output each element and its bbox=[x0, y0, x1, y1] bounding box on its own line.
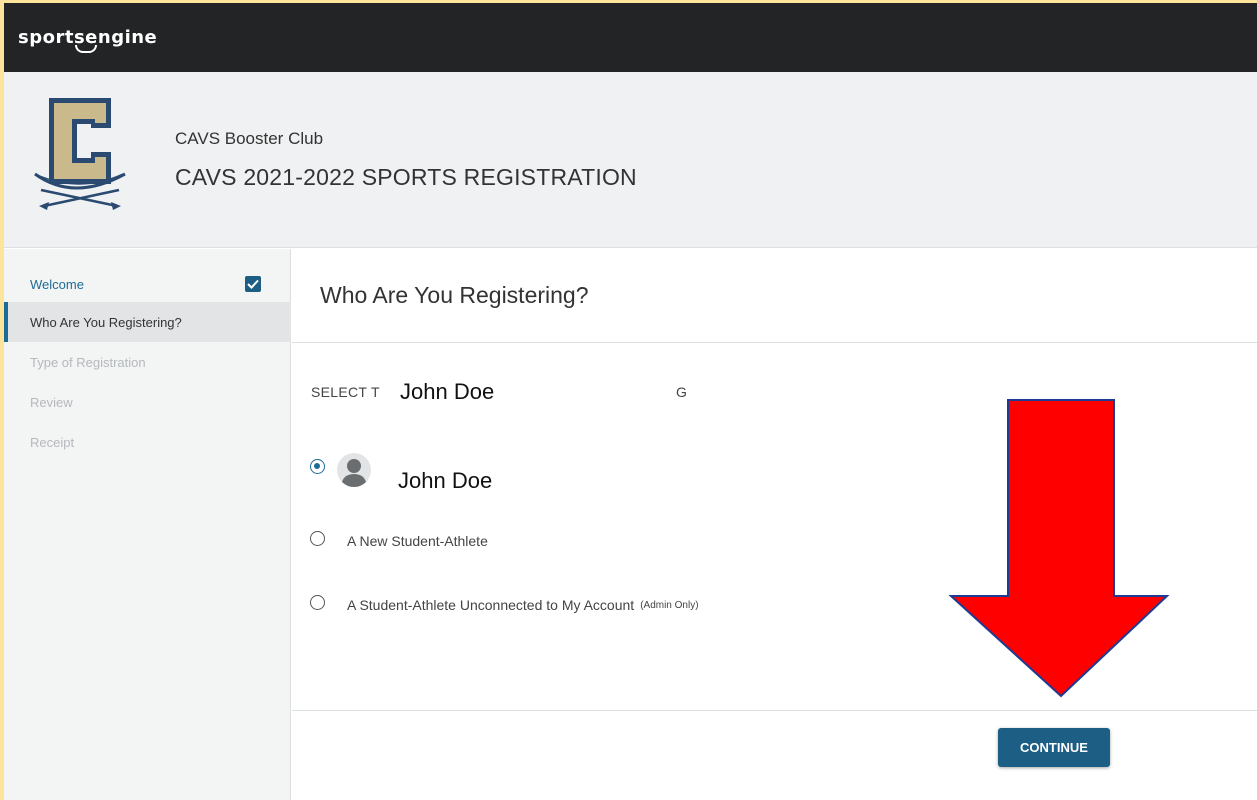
radio-new-student-athlete[interactable] bbox=[310, 531, 325, 546]
sidebar-item-type-of-registration: Type of Registration bbox=[4, 342, 291, 382]
main-header: Who Are You Registering? bbox=[292, 249, 1257, 343]
sidebar-item-who-are-you-registering[interactable]: Who Are You Registering? bbox=[4, 302, 291, 342]
sidebar-item-label: Review bbox=[30, 395, 73, 410]
footer-divider bbox=[292, 710, 1257, 711]
select-prompt-label: SELECT T bbox=[311, 384, 380, 400]
sidebar-item-label: Receipt bbox=[30, 435, 75, 450]
red-arrow-annotation-icon bbox=[948, 399, 1170, 698]
option-label-new-student-athlete[interactable]: A New Student-Athlete bbox=[347, 533, 488, 549]
event-title: CAVS 2021-2022 SPORTS REGISTRATION bbox=[175, 164, 637, 190]
sidebar-item-label: Who Are You Registering? bbox=[30, 315, 182, 330]
brand-text-mid: se bbox=[73, 27, 98, 48]
admin-only-note: (Admin Only) bbox=[640, 600, 699, 611]
page-frame: sportsengine CAVS Booster Club CAVS 2021… bbox=[4, 3, 1257, 800]
select-prompt-name-overlay: John Doe bbox=[398, 379, 501, 405]
continue-button[interactable]: CONTINUE bbox=[998, 728, 1110, 767]
brand-text-right: ngine bbox=[97, 27, 158, 48]
option-label-john-doe[interactable]: John Doe bbox=[398, 468, 492, 494]
select-prompt-tail: G bbox=[676, 384, 687, 400]
page-title: Who Are You Registering? bbox=[320, 282, 589, 308]
checkmark-icon bbox=[245, 276, 261, 292]
org-name: CAVS Booster Club bbox=[175, 129, 324, 148]
org-header: CAVS Booster Club CAVS 2021-2022 SPORTS … bbox=[4, 72, 1257, 248]
registration-steps-sidebar: Welcome Who Are You Registering? Type of… bbox=[4, 249, 291, 800]
sidebar-item-receipt: Receipt bbox=[4, 422, 291, 462]
sidebar-item-label: Type of Registration bbox=[30, 355, 146, 370]
sidebar-item-review: Review bbox=[4, 382, 291, 422]
radio-john-doe[interactable] bbox=[310, 459, 325, 474]
person-avatar-icon bbox=[337, 453, 371, 487]
option-label-text: A Student-Athlete Unconnected to My Acco… bbox=[347, 597, 635, 613]
brand-text-left: sport bbox=[18, 27, 74, 48]
option-label-unconnected-student-athlete[interactable]: A Student-Athlete Unconnected to My Acco… bbox=[347, 597, 699, 613]
cavs-logo-icon bbox=[34, 98, 126, 210]
sportsengine-logo[interactable]: sportsengine bbox=[18, 27, 157, 48]
top-navbar: sportsengine bbox=[4, 3, 1257, 72]
sidebar-item-label: Welcome bbox=[30, 277, 84, 292]
radio-unconnected-student-athlete[interactable] bbox=[310, 595, 325, 610]
